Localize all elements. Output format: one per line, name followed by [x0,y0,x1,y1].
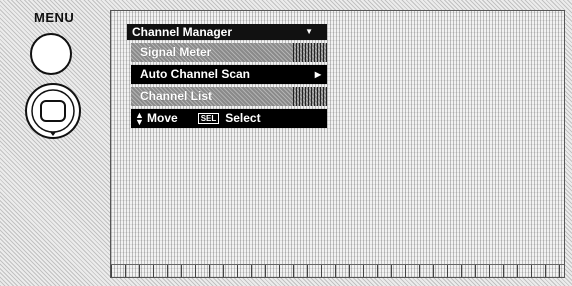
select-hint: Select [225,111,261,125]
menu-button[interactable] [30,33,72,75]
screen-bezel-bottom [111,264,564,277]
menu-item-auto-channel-scan[interactable]: Auto Channel Scan ▶ [131,65,327,84]
help-bar: ▲ ▼ Move SEL Select [131,109,327,128]
dropdown-arrow-icon: ▼ [305,27,313,36]
tv-frame: MENU Channel Manager ▼ Signal Meter Auto… [0,0,572,286]
sel-key-icon: SEL [197,113,220,124]
menu-title: Channel Manager [132,25,233,39]
channel-manager-menu: Channel Manager ▼ Signal Meter Auto Chan… [127,24,327,128]
menu-item-signal-meter[interactable]: Signal Meter [131,43,327,62]
submenu-arrow-icon: ▶ [314,70,321,79]
move-hint: Move [147,111,178,125]
up-down-arrows-icon: ▲ ▼ [135,109,144,127]
menu-label: MENU [34,10,75,25]
menu-item-label: Channel List [140,89,213,103]
menu-item-channel-list[interactable]: Channel List [131,87,327,106]
menu-title-bar[interactable]: Channel Manager ▼ [127,24,327,40]
menu-item-label: Signal Meter [140,45,212,59]
dpad-icon[interactable] [24,82,82,140]
menu-item-label: Auto Channel Scan [140,67,251,81]
